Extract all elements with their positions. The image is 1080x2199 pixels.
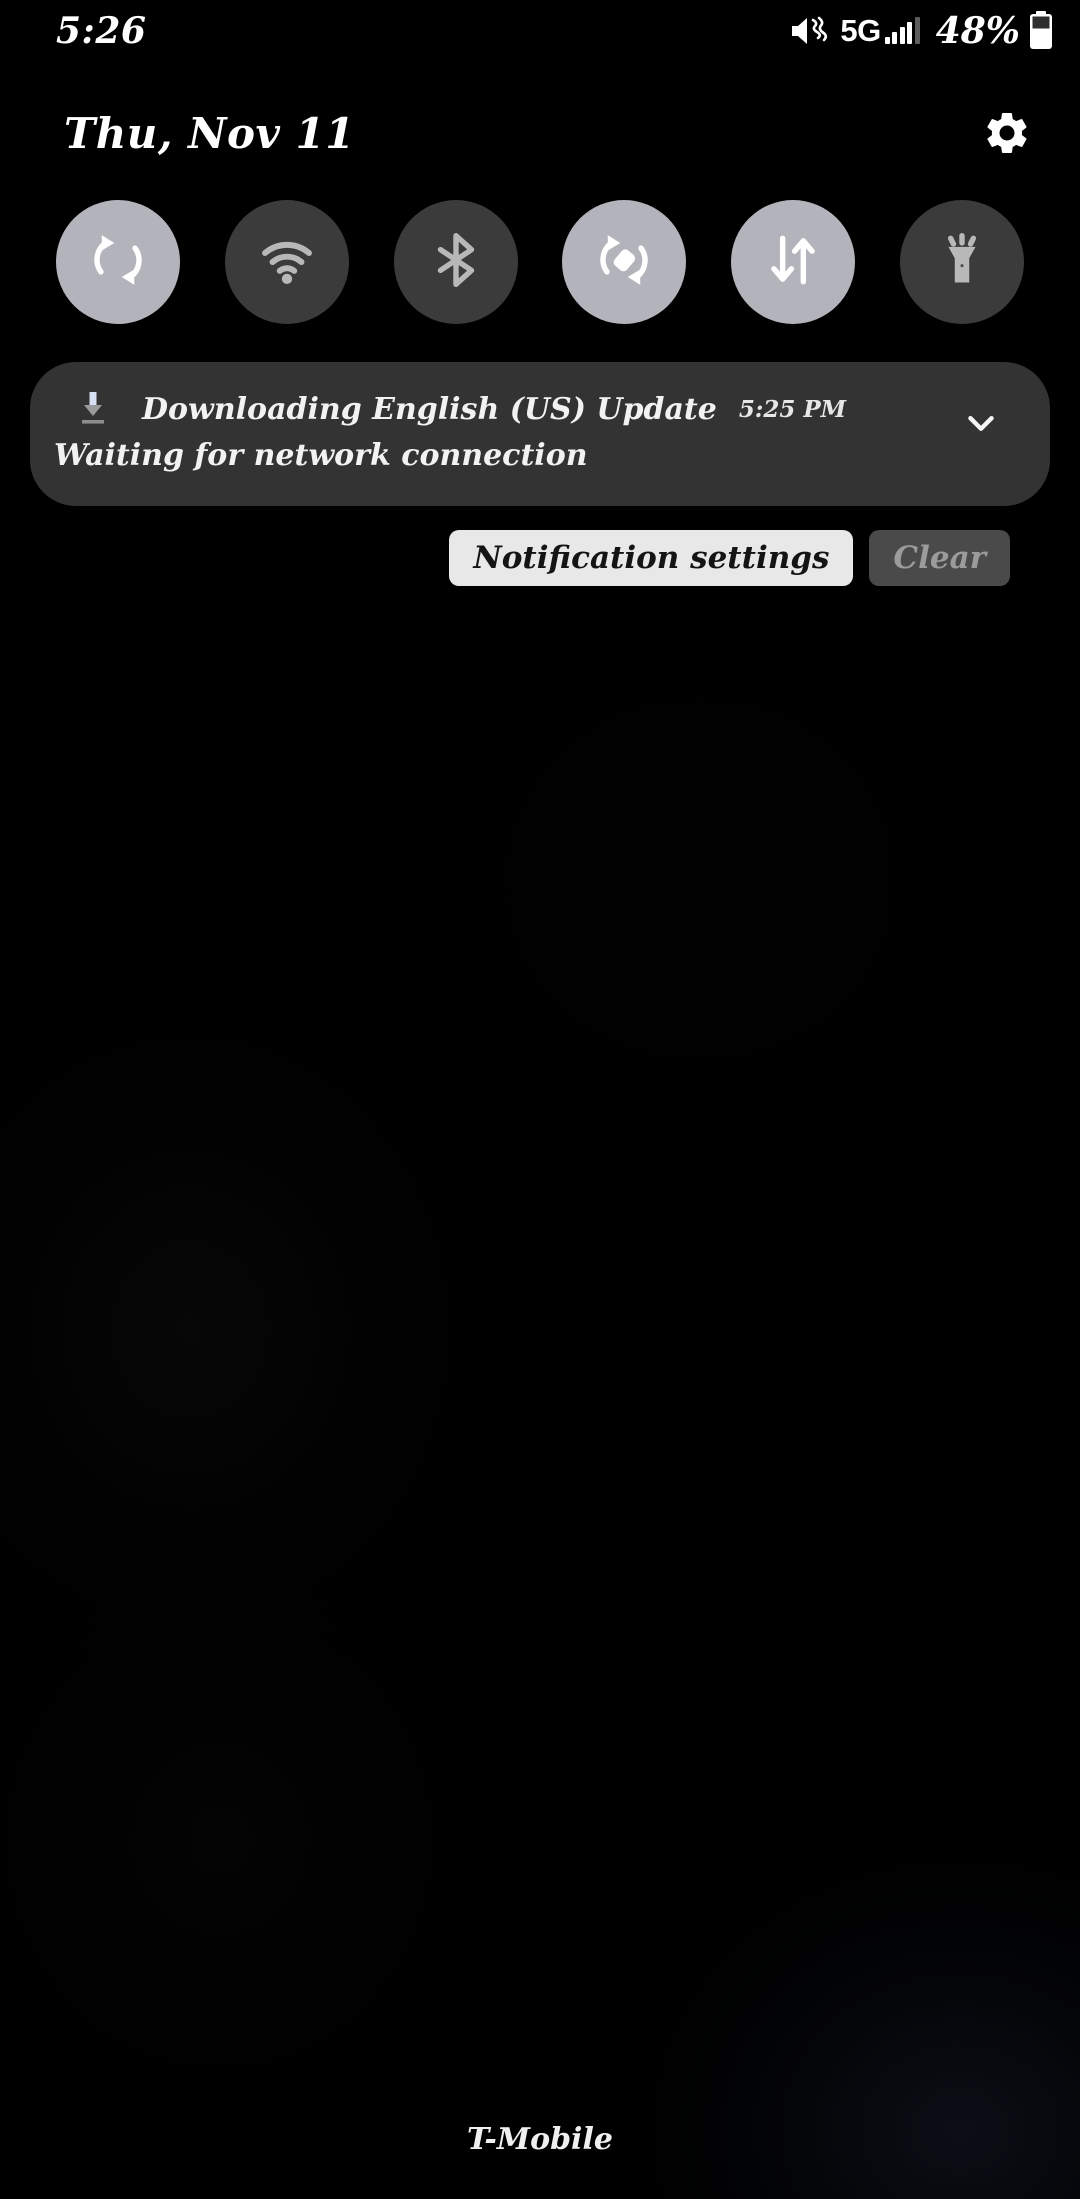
flashlight-icon xyxy=(931,229,993,295)
auto-rotate-icon xyxy=(593,229,655,295)
wallpaper-glow-left-2 xyxy=(0,1560,480,2120)
notification-time: 5:25 PM xyxy=(738,395,847,423)
sync-icon xyxy=(87,229,149,295)
status-bar: 5:26 5G 48% xyxy=(0,0,1080,62)
gear-icon[interactable] xyxy=(972,98,1042,168)
wallpaper-glow-middle xyxy=(420,620,980,1140)
download-icon xyxy=(78,390,108,428)
bluetooth-icon xyxy=(425,229,487,295)
notification-shade: 5:26 5G 48% Thu, Nov 11 Downloading Engl… xyxy=(0,0,1080,2199)
qs-tile-sync[interactable] xyxy=(56,200,180,324)
qs-tile-wifi[interactable] xyxy=(224,200,349,324)
clear-button[interactable]: Clear xyxy=(869,530,1010,586)
wallpaper-glow-left xyxy=(0,980,500,1680)
status-icons: 5G 48% xyxy=(788,9,1054,53)
shade-actions: Notification settings Clear xyxy=(0,530,1080,586)
notification-content: Downloading English (US) Update 5:25 PM … xyxy=(30,362,926,474)
notification-settings-button[interactable]: Notification settings xyxy=(449,530,854,586)
volume-mute-vibrate-icon xyxy=(788,14,830,48)
carrier-label: T-Mobile xyxy=(467,2122,613,2157)
notification-title: Downloading English (US) Update xyxy=(142,391,717,427)
shade-header: Thu, Nov 11 xyxy=(0,86,1080,180)
battery-icon xyxy=(1028,11,1054,51)
notification-header-line: Downloading English (US) Update 5:25 PM xyxy=(78,390,926,428)
notification-card[interactable]: Downloading English (US) Update 5:25 PM … xyxy=(30,362,1050,506)
mobile-data-icon xyxy=(762,229,824,295)
status-clock: 5:26 xyxy=(56,10,147,52)
network-type-label: 5G xyxy=(840,13,881,48)
signal-bars-icon xyxy=(884,17,920,44)
qs-tile-bluetooth[interactable] xyxy=(393,200,518,324)
quick-settings-row xyxy=(0,198,1080,326)
notification-subtitle: Waiting for network connection xyxy=(54,438,588,473)
battery-percent-label: 48% xyxy=(935,10,1020,52)
qs-tile-mobile-data[interactable] xyxy=(731,200,856,324)
qs-tile-flashlight[interactable] xyxy=(899,200,1024,324)
qs-tile-auto-rotate[interactable] xyxy=(562,200,687,324)
wifi-icon xyxy=(256,229,318,295)
date-label: Thu, Nov 11 xyxy=(64,108,355,158)
chevron-down-icon[interactable] xyxy=(926,368,1036,478)
